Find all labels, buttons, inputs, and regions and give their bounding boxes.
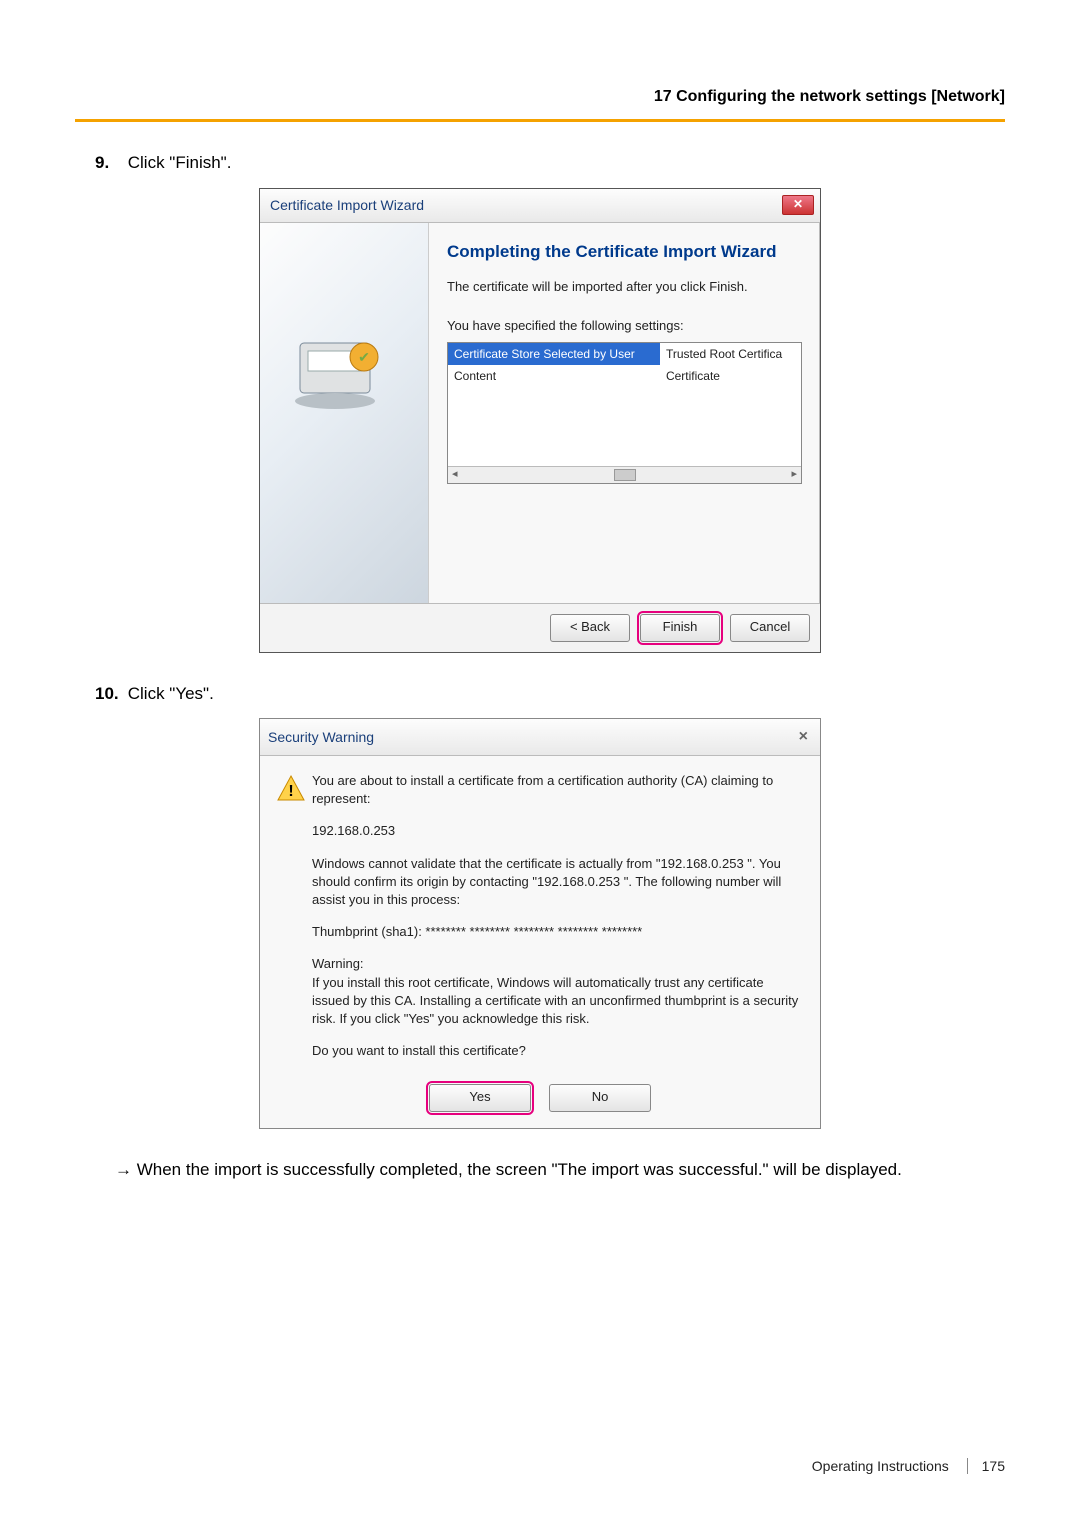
finish-button[interactable]: Finish [640, 614, 720, 642]
warn-p5-body: If you install this root certificate, Wi… [312, 975, 798, 1026]
warn-p6: Do you want to install this certificate? [312, 1042, 804, 1060]
cert-wizard-dialog: Certificate Import Wizard ✕ ✔ Completing… [259, 188, 821, 653]
scroll-left-icon[interactable]: ◂ [452, 466, 458, 483]
warning-title-text: Security Warning [268, 727, 374, 748]
step-9: 9. Click "Finish". [95, 150, 1005, 176]
warning-footer: Yes No [260, 1074, 820, 1128]
wizard-line2: You have specified the following setting… [447, 316, 802, 336]
warning-titlebar: Security Warning × [260, 719, 820, 756]
svg-text:!: ! [288, 783, 293, 800]
wizard-footer: < Back Finish Cancel [260, 603, 820, 652]
settings-listbox[interactable]: Certificate Store Selected by User Trust… [447, 342, 802, 484]
warning-icon: ! [276, 772, 312, 1074]
warn-p3: Windows cannot validate that the certifi… [312, 855, 804, 910]
footer-page: 175 [967, 1458, 1005, 1474]
wizard-content: Completing the Certificate Import Wizard… [429, 223, 820, 603]
back-button[interactable]: < Back [550, 614, 630, 642]
page-footer: Operating Instructions 175 [812, 1456, 1005, 1477]
wizard-titlebar: Certificate Import Wizard ✕ [260, 189, 820, 223]
cell-content: Content [448, 365, 660, 387]
table-row[interactable]: Certificate Store Selected by User Trust… [448, 343, 801, 365]
step-10-text: Click "Yes". [128, 684, 214, 703]
wizard-heading: Completing the Certificate Import Wizard [447, 241, 802, 263]
wizard-side-graphic: ✔ [260, 223, 429, 603]
warning-text: You are about to install a certificate f… [312, 772, 804, 1074]
warn-p5-head: Warning: [312, 956, 364, 971]
cert-icon: ✔ [290, 303, 400, 413]
wizard-line1: The certificate will be imported after y… [447, 277, 802, 297]
step-10: 10. Click "Yes". [95, 681, 1005, 707]
cancel-button[interactable]: Cancel [730, 614, 810, 642]
table-row[interactable]: Content Certificate [448, 365, 801, 387]
step-9-number: 9. [95, 150, 123, 176]
security-warning-dialog: Security Warning × ! You are about to in… [259, 718, 821, 1129]
warn-p2: 192.168.0.253 [312, 822, 804, 840]
step-10-number: 10. [95, 681, 123, 707]
footer-label: Operating Instructions [812, 1458, 949, 1474]
no-button[interactable]: No [549, 1084, 651, 1112]
wizard-title-text: Certificate Import Wizard [270, 195, 424, 216]
scroll-right-icon[interactable]: ▸ [791, 466, 797, 483]
header-rule [75, 119, 1005, 122]
section-header: 17 Configuring the network settings [Net… [75, 85, 1005, 119]
close-icon[interactable]: ✕ [782, 195, 814, 215]
warn-p1: You are about to install a certificate f… [312, 772, 804, 808]
step-9-text: Click "Finish". [128, 153, 232, 172]
close-icon[interactable]: × [795, 725, 812, 749]
scroll-thumb[interactable] [614, 469, 636, 481]
cell-store-val: Trusted Root Certifica [660, 343, 801, 365]
svg-text:✔: ✔ [358, 349, 370, 365]
yes-button[interactable]: Yes [429, 1084, 531, 1112]
horizontal-scrollbar[interactable]: ◂ ▸ [448, 466, 801, 483]
cell-content-val: Certificate [660, 365, 801, 387]
warn-p4: Thumbprint (sha1): ******** ******** ***… [312, 923, 804, 941]
cell-store: Certificate Store Selected by User [448, 343, 660, 365]
warn-p5: Warning: If you install this root certif… [312, 955, 804, 1028]
result-note: → When the import is successfully comple… [115, 1157, 1005, 1183]
